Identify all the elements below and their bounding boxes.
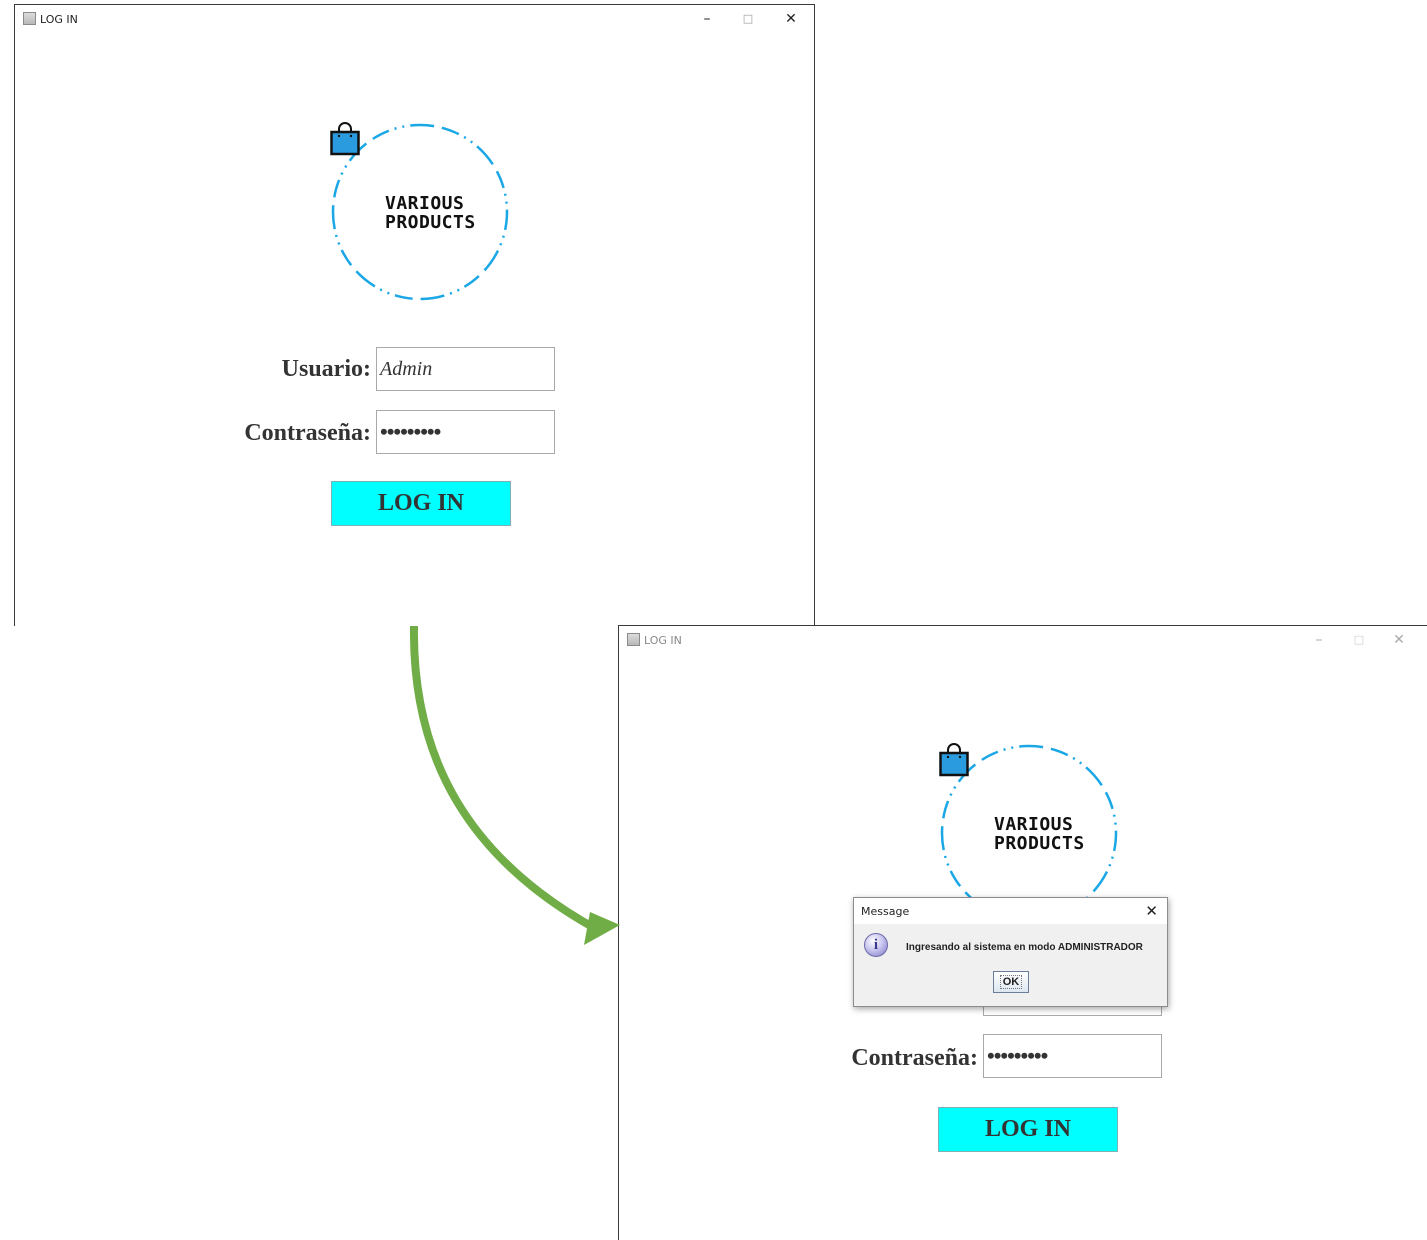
transition-arrow: [409, 625, 620, 945]
arrow-shaft: [409, 625, 600, 934]
arrow-head: [584, 912, 620, 945]
